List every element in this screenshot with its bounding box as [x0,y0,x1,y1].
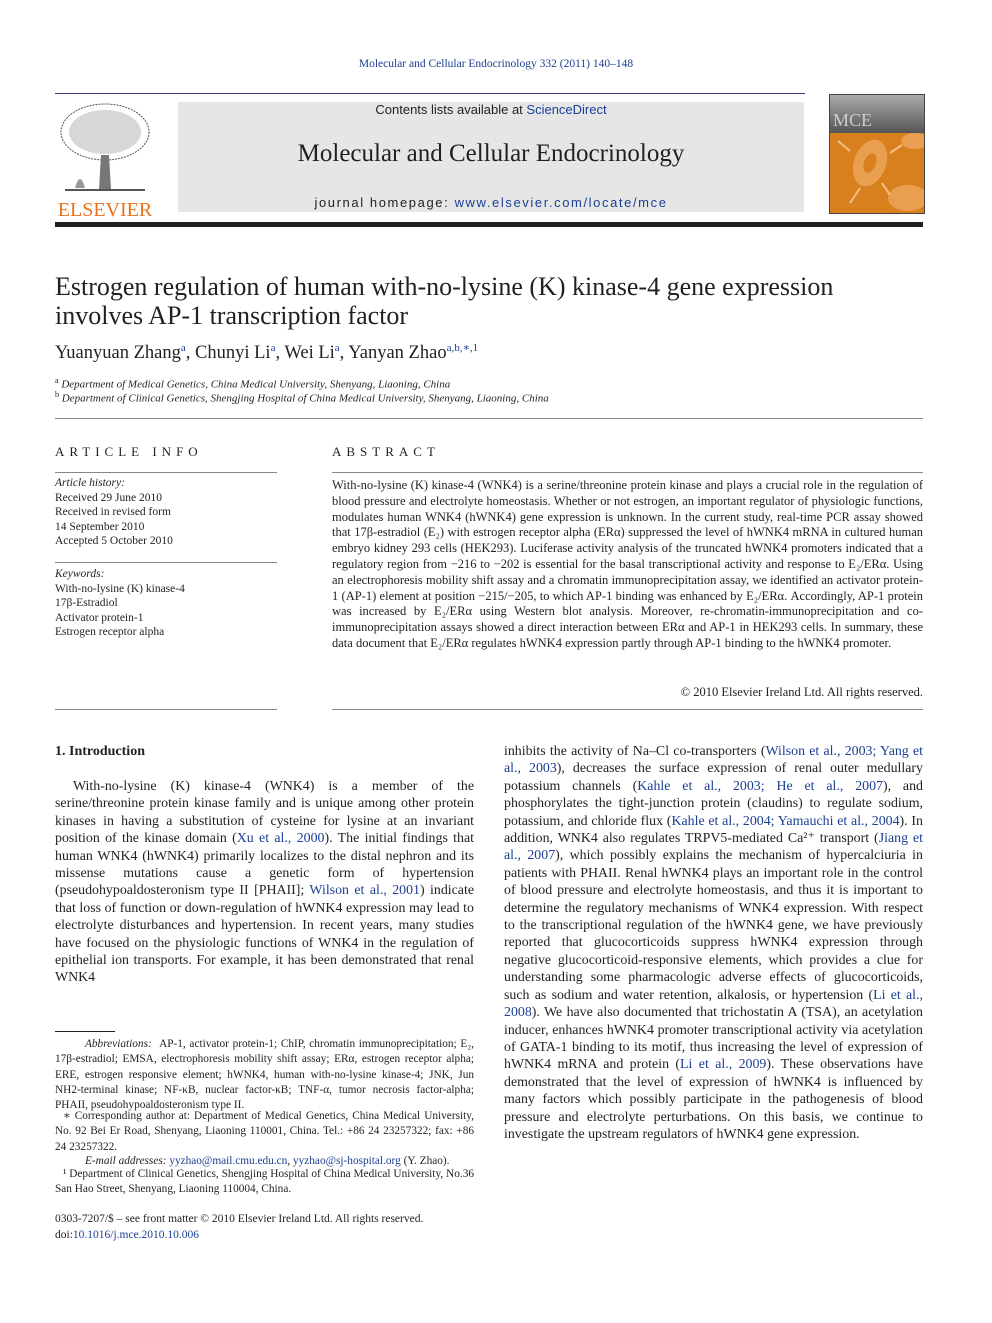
citation-link[interactable]: Kahle et al., 2003; He et al., 2007 [637,779,883,794]
affiliation-footnote: ¹ Department of Clinical Genetics, Sheng… [55,1168,474,1196]
header-thick-rule [55,222,923,227]
affiliation: b Department of Clinical Genetics, Sheng… [55,390,549,405]
history-label: Article history: [55,477,125,489]
keyword: 17β-Estradiol [55,597,118,609]
front-matter-text: 0303-7207/$ – see front matter © 2010 El… [55,1213,424,1225]
article-title: Estrogen regulation of human with-no-lys… [55,272,834,330]
publisher-name: ELSEVIER [57,199,153,221]
doi-link[interactable]: 10.1016/j.mce.2010.10.006 [73,1229,199,1241]
keywords: Keywords: With-no-lysine (K) kinase-4 17… [55,567,185,640]
history-item: 14 September 2010 [55,520,145,533]
elsevier-tree-icon [60,103,150,191]
author[interactable]: Yuanyuan Zhang [55,343,181,363]
affiliation-text: Department of Medical Genetics, China Me… [61,378,451,391]
homepage-prefix: journal homepage: [314,195,455,210]
doi-label: doi: [55,1228,73,1241]
history-item: Accepted 5 October 2010 [55,535,173,547]
cell-illustration-icon [837,133,924,211]
citation-link[interactable]: Wilson et al., 2001 [309,883,420,898]
sciencedirect-link[interactable]: ScienceDirect [526,102,606,117]
email-link[interactable]: yyzhao@sj-hospital.org [293,1155,401,1167]
homepage-link[interactable]: www.elsevier.com/locate/mce [455,195,668,210]
author[interactable]: Chunyi Li [195,343,271,363]
author-sup[interactable]: a [271,342,276,354]
author[interactable]: Yanyan Zhao [348,343,446,363]
author-sup[interactable]: a [181,342,186,354]
abstract-heading: ABSTRACT [332,444,440,459]
divider [332,472,923,473]
journal-title: Molecular and Cellular Endocrinology [297,140,685,167]
divider [55,472,277,473]
citation-link[interactable]: Kahle et al., 2004; Yamauchi et al., 200… [671,814,899,829]
divider [55,418,923,419]
keyword: Activator protein-1 [55,611,144,624]
abstract-copyright: © 2010 Elsevier Ireland Ltd. All rights … [680,685,923,699]
abstract-text: With-no-lysine (K) kinase-4 (WNK4) is a … [332,478,923,650]
affiliation-sup: a [55,376,59,385]
keyword: Estrogen receptor alpha [55,626,165,638]
abbreviations-footnote: Abbreviations: AP-1, activator protein-1… [55,1037,474,1113]
email-label: E-mail addresses: [85,1155,167,1167]
homepage-line: journal homepage: www.elsevier.com/locat… [178,195,804,210]
history-item: Received in revised form [55,506,171,518]
journal-cover[interactable]: MCE [829,94,925,214]
contents-prefix: Contents lists available at [375,102,527,117]
body-text: inhibits the activity of Na–Cl co-transp… [504,744,766,759]
affiliation-text: Department of Clinical Genetics, Shengji… [61,392,549,405]
front-matter: 0303-7207/$ – see front matter © 2010 El… [55,1212,423,1243]
keyword: With-no-lysine (K) kinase-4 [55,582,185,595]
divider [332,709,923,710]
author-list: Yuanyuan Zhanga, Chunyi Lia, Wei Lia, Ya… [55,342,479,364]
body-text: ) indicate that loss of function or down… [55,883,474,986]
author-sup[interactable]: a,b,∗,1 [447,342,479,354]
affiliation-sup: b [55,390,59,399]
corresponding-footnote: ∗ Corresponding author at: Department of… [55,1110,474,1153]
intro-right-column: inhibits the activity of Na–Cl co-transp… [504,743,923,1143]
email-suffix: (Y. Zhao). [400,1155,450,1167]
citation-link[interactable]: Xu et al., 2000 [237,831,325,846]
contents-line: Contents lists available at ScienceDirec… [178,102,804,117]
abbreviations-label: Abbreviations: [85,1038,152,1050]
footnote-rule [55,1031,115,1032]
elsevier-logo[interactable]: ELSEVIER [55,100,155,220]
divider [55,562,277,563]
author[interactable]: Wei Li [284,343,334,363]
affiliation: a Department of Medical Genetics, China … [55,376,450,391]
author-sup[interactable]: a [335,342,340,354]
cover-abbrev: MCE [833,110,873,130]
keywords-label: Keywords: [55,568,105,580]
body-text: ), which possibly explains the mechanism… [504,848,923,1003]
journal-reference[interactable]: Molecular and Cellular Endocrinology 332… [0,58,992,70]
header-rule [55,93,805,94]
citation-link[interactable]: Li et al., 2009 [680,1057,766,1072]
introduction-heading: 1. Introduction [55,744,145,759]
article-info-heading: ARTICLE INFO [55,444,203,459]
article-history: Article history: Received 29 June 2010 R… [55,476,173,549]
history-item: Received 29 June 2010 [55,491,162,504]
divider [55,709,277,710]
email-link[interactable]: yyzhao@mail.cmu.edu.cn [169,1155,287,1167]
intro-left-column: With-no-lysine (K) kinase-4 (WNK4) is a … [55,778,474,987]
